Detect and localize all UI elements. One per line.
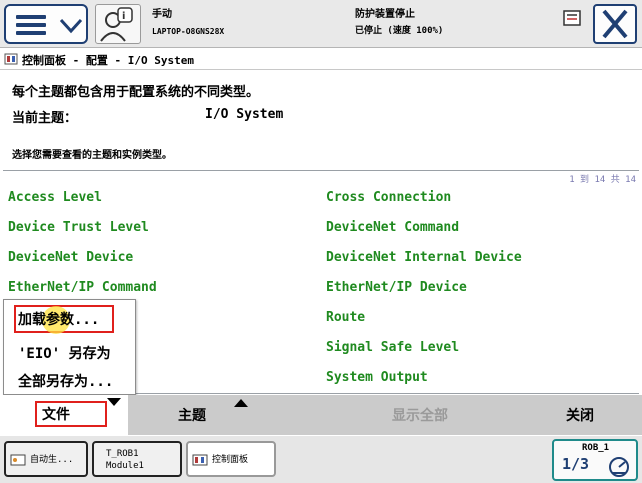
run-state: 已停止 (速度 100%) bbox=[355, 26, 444, 36]
menu-up-indicator-icon bbox=[234, 399, 248, 407]
taskbar-item-label: T_ROB1 Module1 bbox=[106, 448, 144, 472]
close-icon bbox=[602, 9, 628, 39]
quickset-button[interactable]: ROB_1 1/3 bbox=[552, 439, 638, 481]
topic-label: 主题 bbox=[178, 408, 206, 424]
svg-text:i: i bbox=[122, 11, 125, 22]
task-name: T_ROB1 bbox=[106, 449, 139, 459]
list-item[interactable]: EtherNet/IP Command bbox=[8, 280, 157, 295]
event-log-icon[interactable] bbox=[563, 10, 581, 26]
menu-item-save-all-as[interactable]: 全部另存为... bbox=[18, 371, 113, 391]
taskbar-item-program[interactable]: T_ROB1 Module1 bbox=[92, 441, 182, 477]
command-bar: 文件 主题 显示全部 关闭 bbox=[0, 395, 642, 435]
taskbar-item-control-panel[interactable]: 控制面板 bbox=[186, 441, 276, 477]
control-panel-icon bbox=[192, 454, 208, 466]
list-item[interactable]: Access Level bbox=[8, 190, 102, 205]
module-name: Module1 bbox=[106, 461, 144, 471]
chevron-down-icon bbox=[59, 18, 83, 34]
list-item[interactable]: Device Trust Level bbox=[8, 220, 149, 235]
list-item[interactable]: System Output bbox=[326, 370, 428, 385]
close-window-button[interactable] bbox=[593, 4, 637, 44]
list-item[interactable]: Signal Safe Level bbox=[326, 340, 459, 355]
controller-name: LAPTOP-O8GNS28X bbox=[152, 27, 225, 36]
operator-icon: i bbox=[100, 7, 133, 42]
control-panel-icon bbox=[4, 53, 18, 65]
menu-item-load-parameters[interactable]: 加载参数... bbox=[18, 309, 99, 329]
current-topic-value: I/O System bbox=[205, 107, 284, 122]
list-pager: 1 到 14 共 14 bbox=[569, 175, 636, 185]
file-menu-popup: 加载参数... 'EIO' 另存为 全部另存为... bbox=[3, 299, 136, 395]
page-title: 控制面板 - 配置 - I/O System bbox=[22, 54, 194, 67]
close-button[interactable]: 关闭 bbox=[518, 395, 642, 435]
list-item[interactable]: Route bbox=[326, 310, 365, 325]
show-all-button[interactable]: 显示全部 bbox=[322, 395, 518, 435]
hamburger-icon bbox=[16, 15, 46, 35]
taskbar-item-label: 控制面板 bbox=[212, 455, 249, 465]
command-bar-spacer bbox=[256, 395, 322, 435]
controller-status: 防护装置停止 已停止 (速度 100%) bbox=[355, 6, 443, 40]
robot-name: ROB_1 bbox=[582, 443, 610, 453]
safety-state: 防护装置停止 bbox=[355, 9, 415, 20]
operator-window-button[interactable]: i bbox=[95, 4, 141, 44]
breadcrumb: 控制面板 - 配置 - I/O System bbox=[0, 48, 642, 70]
list-item[interactable]: DeviceNet Internal Device bbox=[326, 250, 522, 265]
operating-mode: 手动 bbox=[152, 9, 172, 20]
status-bar: i 手动 LAPTOP-O8GNS28X 防护装置停止 已停止 (速度 100%… bbox=[0, 0, 642, 48]
menu-item-save-eio-as[interactable]: 'EIO' 另存为 bbox=[18, 343, 111, 363]
file-label: 文件 bbox=[42, 407, 70, 423]
taskbar-item-auto[interactable]: 自动生... bbox=[4, 441, 88, 477]
list-item[interactable]: EtherNet/IP Device bbox=[326, 280, 467, 295]
description-text: 每个主题都包含用于配置系统的不同类型。 bbox=[12, 85, 260, 100]
list-item[interactable]: DeviceNet Command bbox=[326, 220, 459, 235]
current-topic-label: 当前主题： bbox=[12, 111, 78, 126]
menu-open-indicator-icon bbox=[107, 398, 121, 406]
list-item[interactable]: DeviceNet Device bbox=[8, 250, 133, 265]
mechanical-unit-fraction: 1/3 bbox=[562, 455, 590, 473]
mode-status: 手动 LAPTOP-O8GNS28X bbox=[152, 6, 224, 40]
description-panel: 每个主题都包含用于配置系统的不同类型。 当前主题： I/O System 选择您… bbox=[0, 71, 642, 169]
instruction-text: 选择您需要查看的主题和实例类型。 bbox=[12, 150, 172, 161]
file-button[interactable]: 文件 bbox=[0, 395, 128, 435]
list-item[interactable]: Cross Connection bbox=[326, 190, 451, 205]
topic-button[interactable]: 主题 bbox=[128, 395, 256, 435]
taskbar: 自动生... T_ROB1 Module1 控制面板 ROB_1 1/3 bbox=[0, 436, 642, 483]
auto-production-icon bbox=[10, 454, 26, 466]
taskbar-item-label: 自动生... bbox=[30, 455, 74, 465]
speed-icon bbox=[609, 457, 629, 477]
main-menu-button[interactable] bbox=[4, 4, 88, 44]
